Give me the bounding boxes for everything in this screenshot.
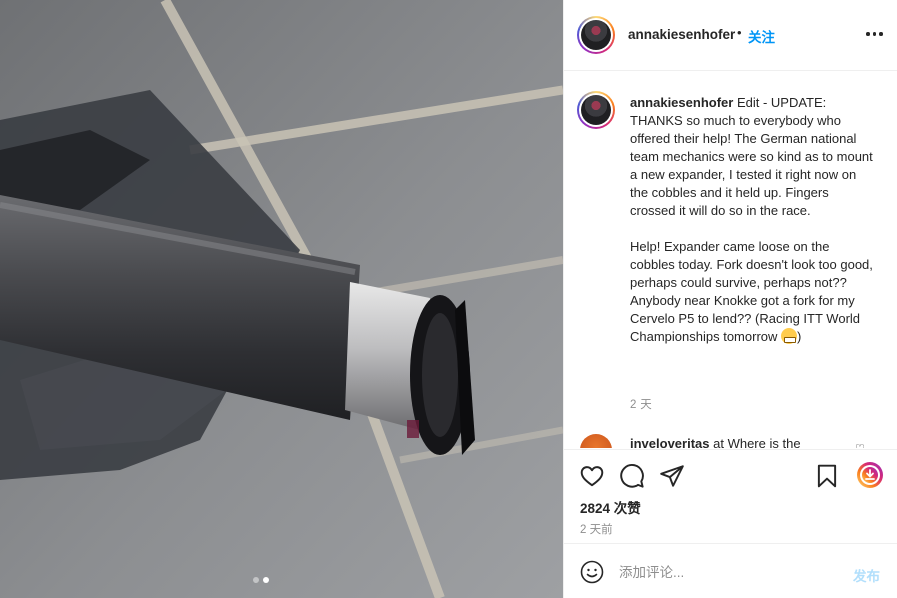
avatar[interactable]: [577, 16, 615, 54]
caption-paragraph-2: Help! Expander came loose on the cobbles…: [630, 239, 877, 344]
caption-username[interactable]: annakiesenhofer: [630, 95, 733, 110]
follow-button[interactable]: 关注: [748, 26, 775, 46]
post-header: annakiesenhofer • 关注: [564, 0, 897, 71]
caption-area[interactable]: annakiesenhofer Edit - UPDATE: THANKS so…: [564, 72, 897, 448]
comment-item: inveloveritas at Where is the ♡: [564, 434, 897, 448]
caption: annakiesenhofer Edit - UPDATE: THANKS so…: [630, 94, 875, 346]
comment-text: at Where is the: [713, 436, 801, 448]
more-options-icon[interactable]: [866, 32, 883, 36]
carousel-dot[interactable]: [253, 577, 259, 583]
post-date[interactable]: 2 天前: [580, 521, 613, 537]
header-separator: •: [737, 25, 742, 40]
post-panel: annakiesenhofer • 关注 annakiesenhofer Edi…: [563, 0, 897, 598]
like-heart-icon[interactable]: [579, 463, 605, 489]
comment-avatar[interactable]: [580, 434, 612, 448]
caption-paragraph-2-end: ): [797, 329, 802, 344]
post-comment-button[interactable]: 发布: [853, 565, 880, 585]
comment-username[interactable]: inveloveritas: [630, 436, 710, 448]
emoji-smile-icon[interactable]: [580, 560, 604, 584]
carousel-dot-active[interactable]: [263, 577, 269, 583]
add-comment-bar: 发布: [564, 543, 897, 598]
share-send-icon[interactable]: [659, 463, 685, 489]
save-bookmark-icon[interactable]: [814, 463, 840, 489]
post-photo[interactable]: [0, 0, 563, 598]
caption-avatar[interactable]: [577, 91, 615, 129]
action-bar: 2824 次赞 2 天前: [564, 449, 897, 549]
grimacing-face-icon: [781, 328, 798, 344]
comment-like-icon[interactable]: ♡: [855, 442, 865, 448]
comment-input[interactable]: [619, 562, 839, 582]
comment-bubble-icon[interactable]: [619, 463, 645, 489]
likes-count[interactable]: 2824 次赞: [580, 497, 641, 517]
caption-paragraph-1: Edit - UPDATE: THANKS so much to everybo…: [630, 95, 877, 218]
header-username[interactable]: annakiesenhofer: [628, 27, 735, 42]
caption-time[interactable]: 2 天: [630, 396, 652, 412]
photo-illustration: [0, 0, 563, 598]
carousel-indicator[interactable]: [253, 577, 269, 583]
reels-remix-icon[interactable]: [856, 461, 884, 489]
